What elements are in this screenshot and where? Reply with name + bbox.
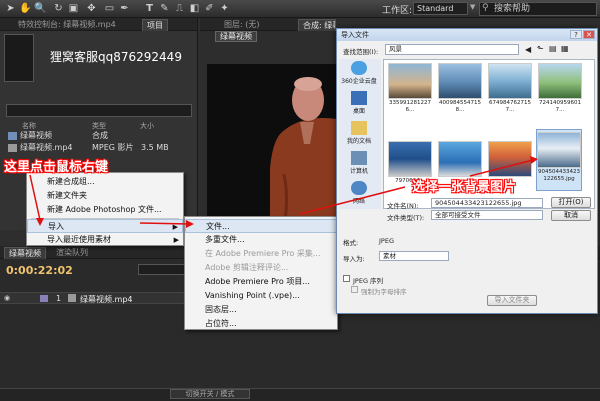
arrow-to-submenu bbox=[139, 222, 191, 225]
arrow-to-import bbox=[29, 174, 41, 221]
arrow-to-dialog bbox=[299, 186, 406, 215]
arrow-to-selected-image bbox=[469, 159, 534, 177]
arrow-head-icon bbox=[36, 218, 44, 226]
arrow-head-icon bbox=[186, 220, 194, 228]
arrow-head-icon bbox=[530, 156, 538, 164]
annotation-arrows bbox=[29, 156, 538, 228]
